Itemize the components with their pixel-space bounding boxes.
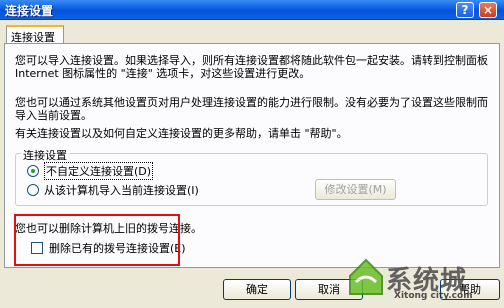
watermark-logo: 系统城 Xitong city.com: [346, 254, 496, 304]
modify-settings-button[interactable]: 修改设置(M): [315, 179, 396, 200]
radio-import-current[interactable]: 从该计算机导入当前连接设置(I): [27, 183, 199, 197]
group-label: 连接设置: [21, 147, 69, 163]
tab-connection-settings[interactable]: 连接设置: [6, 25, 64, 44]
import-description: 您可以导入连接设置。如果选择导入，则所有连接设置都将随此软件包一起安装。请转到控…: [15, 54, 488, 80]
radio-selected-icon[interactable]: [27, 165, 39, 177]
window-title: 连接设置: [5, 4, 54, 18]
restriction-description: 您也可以通过系统其他设置页对用户处理连接设置的能力进行限制。没有必要为了设置这些…: [15, 96, 488, 122]
watermark-house-icon: [349, 258, 383, 295]
help-title-button[interactable]: ?: [456, 2, 474, 18]
radio-label: 不自定义连接设置(D): [44, 162, 154, 180]
close-button[interactable]: ×: [479, 2, 497, 18]
window-titlebar[interactable]: 连接设置 ? ×: [0, 0, 504, 20]
radio-no-customize[interactable]: 不自定义连接设置(D): [27, 162, 154, 180]
help-description: 有关连接设置以及如何自定义连接设置的更多帮助，请单击 "帮助"。: [15, 127, 348, 140]
radio-unselected-icon[interactable]: [27, 184, 39, 196]
watermark-subtext: Xitong city.com: [394, 291, 473, 301]
ok-button[interactable]: 确定: [223, 279, 291, 300]
tab-panel: 您可以导入连接设置。如果选择导入，则所有连接设置都将随此软件包一起安装。请转到控…: [4, 43, 500, 268]
red-highlight-box: [14, 214, 180, 266]
radio-label: 从该计算机导入当前连接设置(I): [44, 184, 199, 197]
